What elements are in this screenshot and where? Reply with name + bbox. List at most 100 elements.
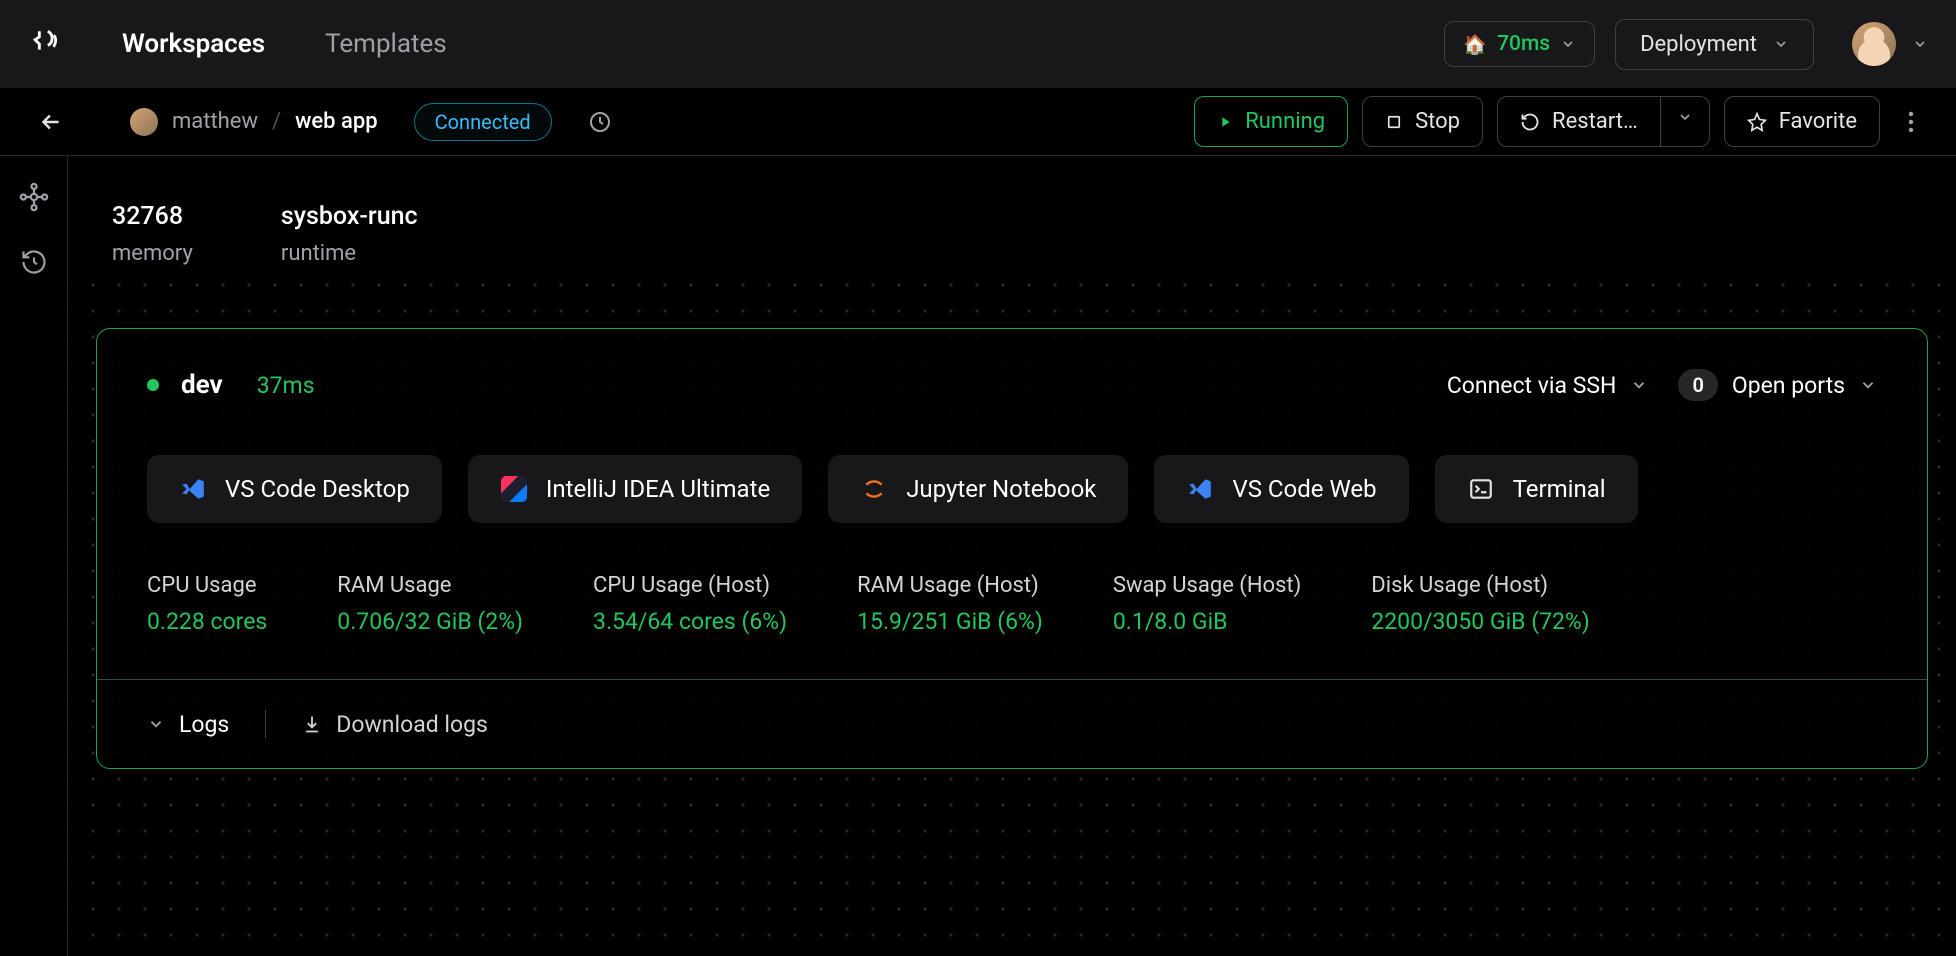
logs-label: Logs <box>179 711 229 738</box>
user-menu[interactable] <box>1852 22 1928 66</box>
metric-value: 15.9/251 GiB (6%) <box>857 608 1043 635</box>
stop-icon <box>1385 113 1403 131</box>
app-label: VS Code Web <box>1232 475 1376 503</box>
status-badge: Connected <box>414 103 552 141</box>
open-ports-dropdown[interactable]: 0 Open ports <box>1678 369 1877 401</box>
metric-value: 0.1/8.0 GiB <box>1113 608 1301 635</box>
avatar-small <box>130 108 158 136</box>
workspace-stats: 32768 memory sysbox-runc runtime <box>112 156 1926 266</box>
content: 32768 memory sysbox-runc runtime dev 37m… <box>68 156 1956 956</box>
metric-label: Disk Usage (Host) <box>1371 573 1589 598</box>
restart-dropdown[interactable] <box>1661 96 1710 147</box>
agent-name: dev <box>181 370 223 400</box>
chevron-down-icon <box>1630 376 1648 394</box>
more-menu[interactable] <box>1894 110 1928 134</box>
back-button[interactable] <box>28 103 74 141</box>
download-logs-label: Download logs <box>336 711 488 738</box>
app-vscode-desktop[interactable]: VS Code Desktop <box>147 455 442 523</box>
metric-label: CPU Usage (Host) <box>593 573 787 598</box>
status-dot <box>147 379 159 391</box>
terminal-icon <box>1467 475 1495 503</box>
metric-cpu-host: CPU Usage (Host) 3.54/64 cores (6%) <box>593 573 787 635</box>
app-terminal[interactable]: Terminal <box>1435 455 1638 523</box>
stat-runtime-label: runtime <box>281 241 418 266</box>
apps-row: VS Code Desktop IntelliJ IDEA Ultimate J… <box>97 421 1927 533</box>
app-label: Terminal <box>1513 475 1606 503</box>
jupyter-icon <box>860 475 888 503</box>
logo-icon[interactable] <box>28 27 62 61</box>
vscode-icon <box>179 475 207 503</box>
left-rail <box>0 156 68 956</box>
breadcrumb-workspace: web app <box>295 109 378 134</box>
star-icon <box>1747 112 1767 132</box>
restart-icon <box>1520 112 1540 132</box>
metric-value: 0.706/32 GiB (2%) <box>337 608 523 635</box>
latency-indicator[interactable]: 🏠 70ms <box>1444 21 1595 67</box>
app-intellij[interactable]: IntelliJ IDEA Ultimate <box>468 455 802 523</box>
stat-memory-label: memory <box>112 241 193 266</box>
stat-runtime-value: sysbox-runc <box>281 202 418 231</box>
chevron-down-icon <box>147 715 165 733</box>
metric-value: 0.228 cores <box>147 608 267 635</box>
metric-ram: RAM Usage 0.706/32 GiB (2%) <box>337 573 523 635</box>
metric-label: Swap Usage (Host) <box>1113 573 1301 598</box>
agent-header: dev 37ms Connect via SSH 0 Open ports <box>97 329 1927 421</box>
history-icon[interactable] <box>20 248 48 276</box>
stat-memory: 32768 memory <box>112 202 193 266</box>
connect-ssh-dropdown[interactable]: Connect via SSH <box>1447 372 1649 399</box>
avatar <box>1852 22 1896 66</box>
favorite-label: Favorite <box>1779 109 1857 134</box>
metric-cpu: CPU Usage 0.228 cores <box>147 573 267 635</box>
logs-toggle[interactable]: Logs <box>147 711 229 738</box>
app-label: IntelliJ IDEA Ultimate <box>546 475 770 503</box>
stop-label: Stop <box>1415 109 1460 134</box>
breadcrumb-separator: / <box>272 109 281 134</box>
home-icon: 🏠 <box>1463 33 1487 56</box>
restart-button[interactable]: Restart… <box>1497 96 1661 147</box>
intellij-icon <box>500 475 528 503</box>
nav-links: Workspaces Templates <box>122 29 447 59</box>
agent-latency: 37ms <box>257 372 315 399</box>
breadcrumb: matthew / web app <box>130 108 378 136</box>
stat-memory-value: 32768 <box>112 202 193 231</box>
divider <box>265 710 266 738</box>
chevron-down-icon <box>1859 376 1877 394</box>
app-vscode-web[interactable]: VS Code Web <box>1154 455 1408 523</box>
agent-card: dev 37ms Connect via SSH 0 Open ports <box>96 328 1928 769</box>
metric-disk-host: Disk Usage (Host) 2200/3050 GiB (72%) <box>1371 573 1589 635</box>
breadcrumb-user[interactable]: matthew <box>172 109 258 134</box>
metric-label: CPU Usage <box>147 573 267 598</box>
running-label: Running <box>1245 109 1325 134</box>
play-icon <box>1217 114 1233 130</box>
running-status[interactable]: Running <box>1194 96 1348 147</box>
nav-templates[interactable]: Templates <box>325 29 447 59</box>
stat-runtime: sysbox-runc runtime <box>281 202 418 266</box>
vscode-icon <box>1186 475 1214 503</box>
favorite-button[interactable]: Favorite <box>1724 96 1880 147</box>
card-footer: Logs Download logs <box>97 679 1927 768</box>
nav-workspaces[interactable]: Workspaces <box>122 29 265 59</box>
stop-button[interactable]: Stop <box>1362 96 1483 147</box>
connect-ssh-label: Connect via SSH <box>1447 372 1617 399</box>
app-label: Jupyter Notebook <box>906 475 1096 503</box>
chevron-down-icon <box>1773 36 1789 52</box>
latency-value: 70ms <box>1497 32 1550 56</box>
ports-count: 0 <box>1678 369 1717 401</box>
download-logs-button[interactable]: Download logs <box>302 711 488 738</box>
open-ports-label: Open ports <box>1732 372 1845 399</box>
app-label: VS Code Desktop <box>225 475 410 503</box>
top-nav: Workspaces Templates 🏠 70ms Deployment <box>0 0 1956 88</box>
metric-swap-host: Swap Usage (Host) 0.1/8.0 GiB <box>1113 573 1301 635</box>
chevron-down-icon <box>1560 36 1576 52</box>
app-jupyter[interactable]: Jupyter Notebook <box>828 455 1128 523</box>
metrics-row: CPU Usage 0.228 cores RAM Usage 0.706/32… <box>97 533 1927 679</box>
metric-value: 3.54/64 cores (6%) <box>593 608 787 635</box>
metric-value: 2200/3050 GiB (72%) <box>1371 608 1589 635</box>
download-icon <box>302 714 322 734</box>
deployment-dropdown[interactable]: Deployment <box>1615 19 1814 70</box>
metric-label: RAM Usage <box>337 573 523 598</box>
network-icon[interactable] <box>19 182 49 212</box>
history-button[interactable] <box>582 104 618 140</box>
restart-label: Restart… <box>1552 109 1638 134</box>
metric-label: RAM Usage (Host) <box>857 573 1043 598</box>
